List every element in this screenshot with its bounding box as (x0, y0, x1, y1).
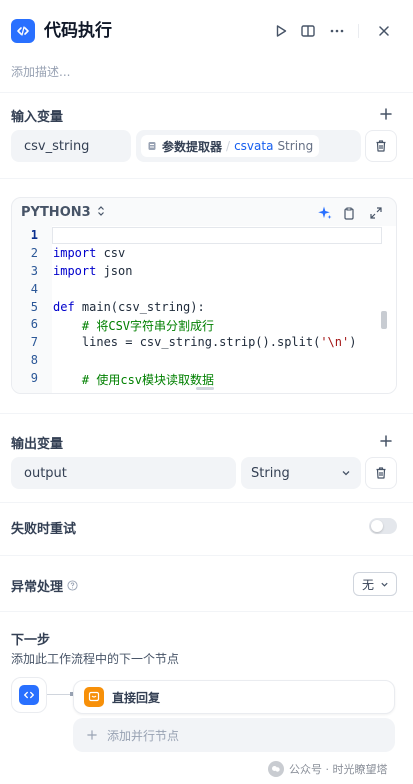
add-parallel-node-button[interactable]: 添加并行节点 (73, 718, 395, 752)
next-node-label: 直接回复 (112, 690, 161, 705)
more-options-icon[interactable] (327, 21, 347, 41)
node-icon (147, 141, 157, 151)
language-label: PYTHON3 (21, 205, 91, 220)
code-node-icon (11, 19, 35, 43)
wechat-icon (268, 761, 284, 777)
panel-header: 代码执行 (0, 0, 413, 60)
reply-icon (84, 687, 104, 707)
chevron-down-icon (342, 471, 350, 476)
divider (0, 178, 413, 179)
output-variable-name-field[interactable]: output (11, 457, 236, 489)
editor-resize-handle[interactable] (196, 387, 214, 390)
add-input-variable-button[interactable] (377, 105, 395, 123)
next-node-direct-reply[interactable]: 直接回复 (73, 680, 395, 714)
expand-icon[interactable] (367, 204, 385, 222)
watermark-text: 公众号 · 时光瞭望塔 (289, 763, 388, 776)
output-variable-name: output (24, 465, 67, 481)
code-editor[interactable]: PYTHON3 1 2 3 4 5 6 7 8 9 import csv imp… (11, 197, 397, 394)
line-number: 9 (30, 371, 38, 385)
next-step-subtitle: 添加此工作流程中的下一个节点 (11, 652, 180, 666)
source-variable-name: csvata (234, 139, 274, 153)
input-variable-name: csv_string (24, 138, 90, 154)
line-number: 2 (30, 246, 38, 260)
code-line: # 将CSV字符串分割成行 (81, 319, 215, 333)
close-icon[interactable] (374, 21, 394, 41)
code-line: import json (53, 264, 133, 278)
line-number: 6 (30, 317, 38, 331)
language-selector[interactable]: PYTHON3 (21, 205, 105, 220)
error-handling-select[interactable]: 无 (353, 572, 397, 596)
next-step-title: 下一步 (11, 633, 51, 648)
line-number: 1 (30, 228, 38, 242)
trash-icon (376, 140, 386, 152)
help-icon (67, 580, 78, 591)
editor-scrollbar[interactable] (381, 311, 387, 329)
line-number: 8 (30, 353, 38, 367)
chevron-updown-icon (98, 206, 105, 216)
path-separator: / (226, 139, 231, 153)
plus-icon (87, 730, 97, 740)
output-type-value: String (251, 465, 290, 481)
node-connector (47, 694, 70, 695)
run-button[interactable] (271, 21, 291, 41)
code-node-icon (19, 685, 39, 705)
code-editor-header: PYTHON3 (12, 198, 396, 226)
source-node-name: 参数提取器 (162, 139, 223, 154)
divider (0, 502, 413, 503)
divider (0, 555, 413, 556)
code-line: # 使用csv模块读取数据 (81, 373, 215, 387)
header-divider (358, 24, 359, 38)
divider (0, 413, 413, 414)
code-line: lines = csv_string.strip().split('\n') (53, 335, 357, 349)
code-line: import csv (53, 246, 126, 260)
retry-on-failure-label: 失败时重试 (11, 522, 77, 537)
source-variable-type: String (277, 139, 314, 153)
trash-icon (376, 467, 386, 479)
delete-input-variable-button[interactable] (365, 130, 397, 162)
line-number: 7 (30, 335, 38, 349)
input-variable-name-field[interactable]: csv_string (11, 130, 131, 162)
output-type-select[interactable]: String (241, 457, 361, 489)
add-output-variable-button[interactable] (377, 432, 395, 450)
code-line: def main(csv_string): (53, 300, 205, 314)
error-handling-value: 无 (362, 577, 375, 592)
add-parallel-label: 添加并行节点 (107, 728, 180, 743)
input-variable-source-selector[interactable]: 参数提取器 / csvata String (136, 130, 361, 162)
input-variables-title: 输入变量 (11, 110, 64, 125)
page-title: 代码执行 (44, 21, 112, 41)
description-input[interactable]: 添加描述... (11, 63, 70, 80)
line-number: 5 (30, 300, 38, 314)
watermark: 公众号 · 时光瞭望塔 (268, 761, 388, 777)
current-line-highlight (52, 227, 382, 244)
divider (0, 611, 413, 612)
variable-reference-pill: 参数提取器 / csvata String (141, 135, 320, 157)
current-node-badge (11, 677, 47, 713)
line-number: 4 (30, 282, 38, 296)
code-node-panel: 代码执行 添加描述... 输入变量 csv_string 参数提取器 / csv… (0, 0, 413, 784)
retry-toggle[interactable] (369, 518, 397, 534)
error-handling-title: 异常处理 (11, 580, 64, 595)
delete-output-variable-button[interactable] (365, 457, 397, 489)
divider (0, 92, 413, 93)
toggle-knob (371, 520, 383, 532)
output-variables-title: 输出变量 (11, 437, 64, 452)
copy-icon[interactable] (340, 204, 358, 222)
line-number: 3 (30, 264, 38, 278)
split-view-icon[interactable] (298, 21, 318, 41)
chevron-down-icon (381, 582, 388, 587)
error-handling-label: 异常处理 (11, 576, 78, 595)
ai-generate-icon[interactable] (316, 204, 334, 222)
